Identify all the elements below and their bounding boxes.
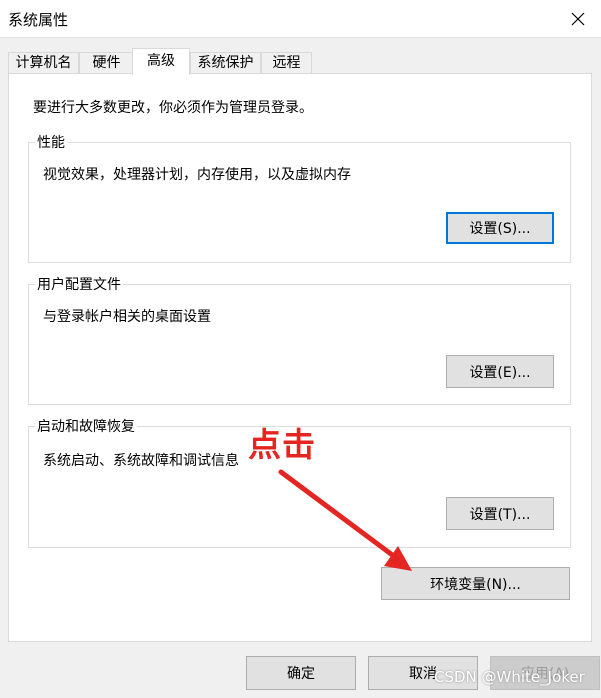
user-profiles-description: 与登录帐户相关的桌面设置 [43,309,211,325]
close-button[interactable] [555,0,601,37]
performance-settings-button[interactable]: 设置(S)... [446,212,554,244]
click-annotation: 点击 [248,425,316,464]
tab-computer-name[interactable]: 计算机名 [8,52,79,73]
startup-recovery-description: 系统启动、系统故障和调试信息 [43,453,239,469]
startup-recovery-group-title: 启动和故障恢复 [35,416,137,436]
watermark: CSDN @White_Joker [434,668,585,686]
user-profiles-group-title: 用户配置文件 [35,274,123,294]
window-title: 系统属性 [8,11,69,29]
performance-group-title: 性能 [35,132,67,152]
startup-recovery-settings-button[interactable]: 设置(T)... [446,497,554,530]
tab-remote[interactable]: 远程 [261,52,312,73]
user-profiles-settings-button[interactable]: 设置(E)... [446,355,554,388]
tab-hardware[interactable]: 硬件 [79,52,134,73]
admin-note: 要进行大多数更改，你必须作为管理员登录。 [33,100,313,116]
performance-description: 视觉效果，处理器计划，内存使用，以及虚拟内存 [43,167,351,183]
close-icon [571,12,585,25]
performance-group: 性能 视觉效果，处理器计划，内存使用，以及虚拟内存 [28,132,571,263]
environment-variables-button[interactable]: 环境变量(N)... [381,567,570,600]
tab-advanced[interactable]: 高级 [132,48,190,75]
title-bar: 系统属性 [0,0,601,38]
tab-system-protection[interactable]: 系统保护 [190,52,261,73]
ok-button[interactable]: 确定 [246,656,356,690]
